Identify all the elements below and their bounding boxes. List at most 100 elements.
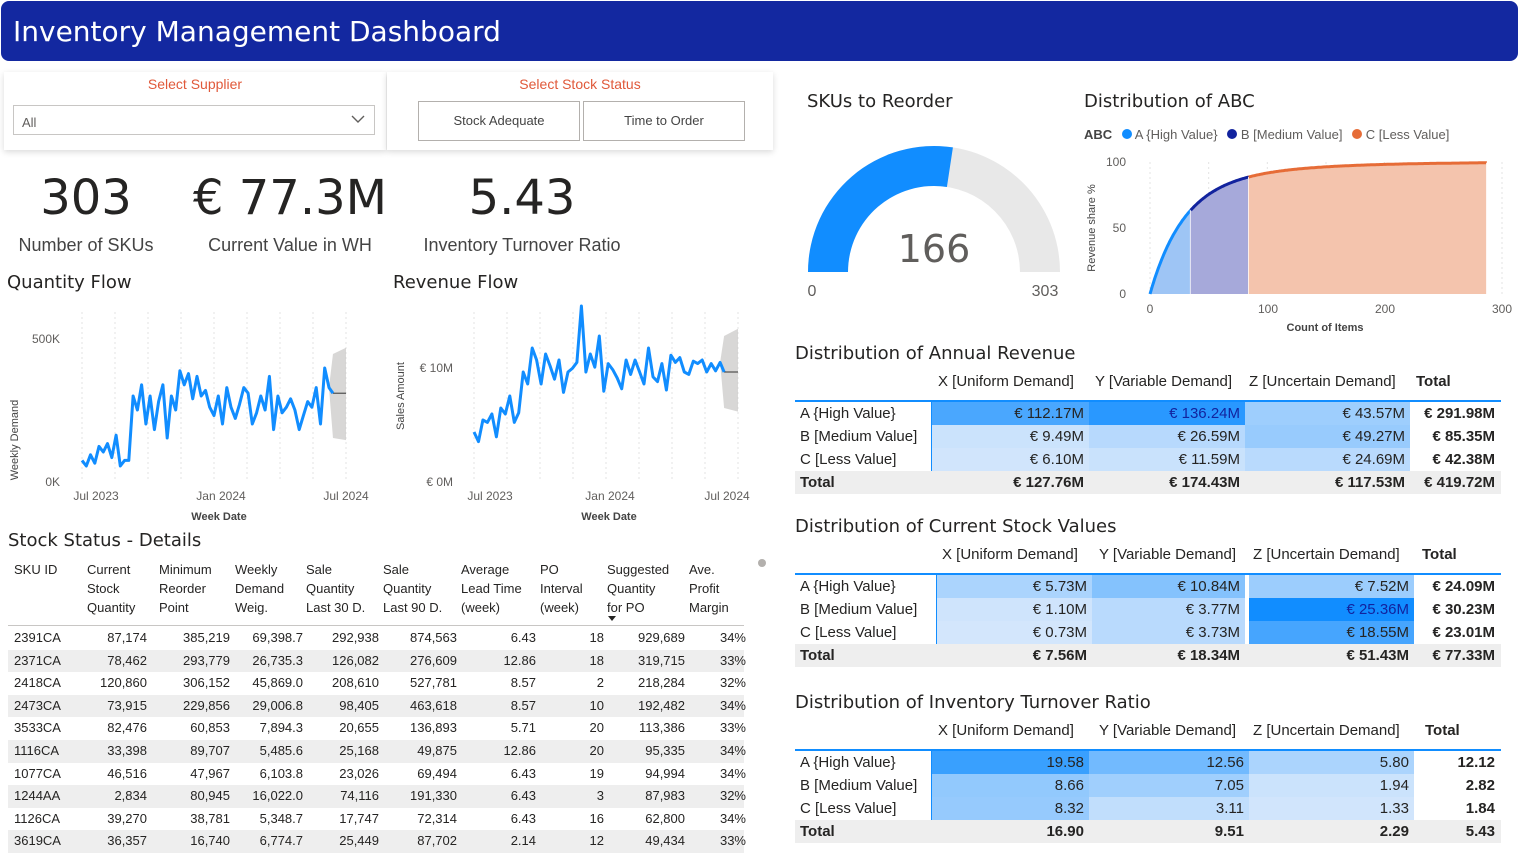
matrix-row[interactable]: B [Medium Value] 8.66 7.05 1.94 2.82: [795, 774, 1501, 797]
supplier-dropdown[interactable]: All: [13, 105, 375, 135]
table-row[interactable]: 1244AA 2,834 80,945 16,022.0 74,116 191,330 6.…: [8, 785, 746, 808]
matrix-row[interactable]: A {High Value} 19.58 12.56 5.80 12.12: [795, 751, 1501, 774]
matrix-column-header[interactable]: Z [Uncertain Demand]: [1253, 546, 1400, 563]
table-row[interactable]: 1077CA 46,516 47,967 6,103.8 23,026 69,494 6.4…: [8, 763, 746, 786]
table-cell: 2.14: [510, 833, 536, 849]
matrix-column-header[interactable]: Y [Variable Demand]: [1095, 373, 1232, 390]
table-row[interactable]: 1116CA 33,398 89,707 5,485.6 25,168 49,875 12.…: [8, 740, 746, 763]
table-cell: 1126CA: [14, 810, 61, 826]
table-cell: 20: [589, 743, 604, 758]
chevron-down-icon: [351, 115, 365, 123]
stock-column-header[interactable]: Current Stock Quantity: [87, 560, 135, 617]
table-row[interactable]: 3619CA 36,357 16,740 6,774.7 25,449 87,702 2.1…: [8, 830, 746, 853]
matrix-column-header[interactable]: Total: [1425, 722, 1460, 739]
abc-ytick-100: 100: [1106, 155, 1126, 169]
stock-adequate-button[interactable]: Stock Adequate: [418, 101, 580, 141]
stock-details-header: SKU ID Current Stock Quantity Minimum Reorder…: [8, 560, 744, 626]
matrix-cell: € 6.10M: [932, 448, 1089, 471]
abc-chart: Revenue share % 100 50 0 0 100 200 300 C…: [1086, 155, 1512, 334]
table-cell: 527,781: [410, 675, 457, 691]
stock-column-header[interactable]: Weekly Demand Weig.: [235, 560, 284, 617]
table-cell: 6.43: [510, 765, 536, 781]
matrix-column-header[interactable]: X [Uniform Demand]: [942, 546, 1078, 563]
matrix-cell: 1.94: [1249, 774, 1414, 797]
table-cell: 6.43: [510, 630, 536, 645]
stock-column-header[interactable]: Minimum Reorder Point: [159, 560, 212, 617]
stock-column-header[interactable]: PO Interval (week): [540, 560, 583, 617]
matrix-cell: € 26.59M: [1089, 425, 1245, 448]
stock-column-header[interactable]: SKU ID: [14, 560, 57, 579]
table-row[interactable]: 2371CA 78,462 293,779 26,735.3 126,082 276,60…: [8, 649, 746, 673]
table-cell: 6,103.8: [259, 765, 303, 781]
matrix-row-label: Total: [800, 474, 835, 491]
matrix-row[interactable]: B [Medium Value] € 9.49M € 26.59M € 49.27M €…: [795, 425, 1501, 448]
matrix-column-header[interactable]: Total: [1416, 373, 1451, 390]
matrix-cell: € 51.43M: [1346, 647, 1409, 664]
abc-legend-c: C [Less Value]: [1365, 127, 1450, 142]
matrix-total-cell: 12.12: [1457, 754, 1495, 771]
matrix-column-header[interactable]: Y [Variable Demand]: [1099, 722, 1236, 739]
matrix-column-header[interactable]: Z [Uncertain Demand]: [1249, 373, 1396, 390]
matrix-column-header[interactable]: X [Uniform Demand]: [938, 373, 1074, 390]
matrix-row[interactable]: C [Less Value] € 6.10M € 11.59M € 24.69M € 4…: [795, 448, 1501, 471]
table-row[interactable]: 1126CA 39,270 38,781 5,348.7 17,747 72,314 6.4…: [8, 808, 746, 831]
matrix-cell: € 18.34M: [1177, 647, 1240, 664]
matrix-total-row[interactable]: Total 16.90 9.51 2.29 5.43: [795, 820, 1501, 843]
stock-column-header-line: Reorder: [159, 581, 206, 596]
matrix-cell: 8.66: [932, 774, 1089, 797]
matrix-column-header[interactable]: Y [Variable Demand]: [1099, 546, 1236, 563]
table-cell: 292,938: [332, 630, 379, 645]
time-to-order-button[interactable]: Time to Order: [583, 101, 745, 141]
table-row[interactable]: 2473CA 73,915 229,856 29,006.8 98,405 463,618…: [8, 694, 746, 718]
table-row[interactable]: 2418CA 120,860 306,152 45,869.0 208,610 527,7…: [8, 672, 746, 695]
abc-legend-b-dot: [1227, 129, 1238, 139]
matrix-cell: 19.58: [932, 751, 1089, 774]
table-cell: 29,006.8: [252, 697, 303, 713]
stock-column-header-line: Quantity: [383, 581, 432, 596]
sort-desc-icon[interactable]: [608, 616, 616, 621]
table-row[interactable]: 3533CA 82,476 60,853 7,894.3 20,655 136,893 5.…: [8, 717, 746, 740]
matrix-row[interactable]: B [Medium Value] € 1.10M € 3.77M € 25.36M € …: [795, 598, 1501, 621]
scroll-indicator[interactable]: [758, 559, 766, 567]
table-cell: 47,967: [190, 765, 230, 781]
stock-column-header[interactable]: Average Lead Time (week): [461, 560, 522, 617]
table-cell: 5,348.7: [259, 810, 303, 826]
matrix-row[interactable]: A {High Value} € 112.17M € 136.24M € 43.57M…: [795, 402, 1501, 425]
table-cell: 319,715: [638, 652, 685, 668]
reorder-gauge: 166 0 303: [808, 146, 1060, 300]
matrix-row-label: B [Medium Value]: [800, 428, 918, 445]
matrix-column-header[interactable]: Total: [1422, 546, 1457, 563]
matrix-row[interactable]: C [Less Value] 8.32 3.11 1.33 1.84: [795, 797, 1501, 820]
matrix-row[interactable]: C [Less Value] € 0.73M € 3.73M € 18.55M € 23…: [795, 621, 1501, 644]
stock-column-header[interactable]: Sale Quantity Last 30 D.: [306, 560, 365, 617]
quantity-flow-ytick-0k: 0K: [45, 475, 60, 489]
matrix-row-label: B [Medium Value]: [800, 601, 918, 618]
table-cell: 49,875: [417, 743, 457, 758]
table-cell: 3533CA: [14, 720, 61, 736]
matrix-column-header[interactable]: X [Uniform Demand]: [938, 722, 1074, 739]
stock-column-header[interactable]: Ave. Profit Margin: [689, 560, 729, 617]
stock-column-header-line: Weekly: [235, 562, 278, 577]
stock-column-header[interactable]: Suggested Quantity for PO: [607, 560, 669, 617]
table-cell: 12.86: [503, 652, 536, 668]
matrix-cell: € 3.77M: [1092, 598, 1245, 621]
stock-column-header-line: Margin: [689, 600, 729, 615]
matrix-total-cell: € 85.35M: [1432, 428, 1495, 445]
stock-column-header-line: Lead Time: [461, 581, 522, 596]
stock-column-header[interactable]: Sale Quantity Last 90 D.: [383, 560, 442, 617]
table-cell: 74,116: [340, 788, 379, 804]
stock-status-slicer-title: Select Stock Status: [519, 76, 641, 92]
stock-column-header-line: Last 90 D.: [383, 600, 443, 615]
table-row[interactable]: 2391CA 87,174 385,219 69,398.7 292,938 874,56…: [8, 627, 746, 650]
stock-column-header-line: Ave.: [689, 562, 715, 577]
matrix-total-row[interactable]: Total € 7.56M € 18.34M € 51.43M € 77.33M: [795, 644, 1501, 667]
table-cell: 6.43: [510, 788, 536, 804]
revenue-flow-xtick-jul2023: Jul 2023: [467, 489, 513, 503]
matrix-total-row[interactable]: Total € 127.76M € 174.43M € 117.53M € 419.72…: [795, 471, 1501, 494]
matrix-row-label: B [Medium Value]: [800, 777, 918, 794]
matrix-row[interactable]: A {High Value} € 5.73M € 10.84M € 7.52M € 24…: [795, 575, 1501, 598]
matrix-total-cell: 5.43: [1465, 823, 1495, 840]
matrix-column-header[interactable]: Z [Uncertain Demand]: [1253, 722, 1400, 739]
stock-column-header-line: Sale: [383, 562, 410, 577]
table-cell: 874,563: [410, 630, 457, 645]
